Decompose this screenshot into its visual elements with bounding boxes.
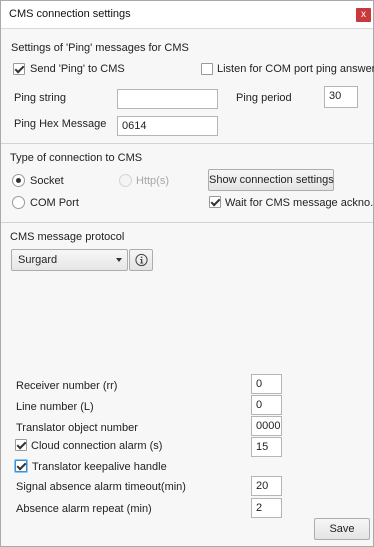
- listen-com-label[interactable]: Listen for COM port ping answer: [217, 63, 374, 75]
- line-number-label: Line number (L): [16, 401, 94, 413]
- divider: [1, 222, 373, 223]
- cloud-alarm-input[interactable]: 15: [251, 437, 282, 457]
- wait-ack-label[interactable]: Wait for CMS message ackno...: [225, 197, 374, 209]
- ping-string-input[interactable]: [117, 89, 218, 109]
- protocol-section-title: CMS message protocol: [10, 231, 125, 243]
- translator-object-label: Translator object number: [16, 422, 138, 434]
- info-circle-icon: [135, 253, 148, 267]
- http-radio[interactable]: [119, 174, 132, 187]
- window-title: CMS connection settings: [9, 8, 131, 20]
- protocol-dropdown[interactable]: Surgard: [11, 249, 128, 271]
- ping-section-title: Settings of 'Ping' messages for CMS: [11, 42, 189, 54]
- cloud-alarm-checkbox[interactable]: [15, 439, 27, 451]
- socket-label[interactable]: Socket: [30, 175, 64, 187]
- ping-period-input[interactable]: 30: [324, 86, 358, 108]
- connection-section-title: Type of connection to CMS: [10, 152, 143, 164]
- protocol-selected-value: Surgard: [18, 254, 58, 266]
- receiver-number-input[interactable]: 0: [251, 374, 282, 394]
- http-label[interactable]: Http(s): [136, 175, 169, 187]
- listen-com-checkbox[interactable]: [201, 63, 213, 75]
- translator-object-input[interactable]: 0000: [251, 416, 282, 436]
- save-button[interactable]: Save: [314, 518, 370, 540]
- send-ping-checkbox[interactable]: [13, 63, 25, 75]
- ping-hex-input[interactable]: 0614: [117, 116, 218, 136]
- signal-absence-label: Signal absence alarm timeout(min): [16, 481, 186, 493]
- receiver-number-label: Receiver number (rr): [16, 380, 118, 392]
- ping-period-label: Ping period: [236, 92, 292, 104]
- chevron-down-icon: [116, 258, 122, 262]
- divider: [1, 143, 373, 144]
- send-ping-label[interactable]: Send 'Ping' to CMS: [30, 63, 125, 75]
- signal-absence-input[interactable]: 20: [251, 476, 282, 496]
- com-port-radio[interactable]: [12, 196, 25, 209]
- cloud-alarm-label[interactable]: Cloud connection alarm (s): [31, 440, 162, 452]
- keepalive-label[interactable]: Translator keepalive handle: [32, 461, 167, 473]
- ping-string-label: Ping string: [14, 92, 66, 104]
- title-bar: CMS connection settings x: [1, 1, 373, 29]
- wait-ack-checkbox[interactable]: [209, 196, 221, 208]
- ping-hex-label: Ping Hex Message: [14, 118, 107, 130]
- info-button[interactable]: [129, 249, 153, 271]
- line-number-input[interactable]: 0: [251, 395, 282, 415]
- keepalive-checkbox[interactable]: [15, 460, 27, 472]
- com-port-label[interactable]: COM Port: [30, 197, 79, 209]
- show-connection-settings-button[interactable]: Show connection settings: [208, 169, 334, 191]
- socket-radio[interactable]: [12, 174, 25, 187]
- settings-window: CMS connection settings x Settings of 'P…: [0, 0, 374, 547]
- absence-repeat-label: Absence alarm repeat (min): [16, 503, 152, 515]
- absence-repeat-input[interactable]: 2: [251, 498, 282, 518]
- close-button[interactable]: x: [356, 8, 371, 22]
